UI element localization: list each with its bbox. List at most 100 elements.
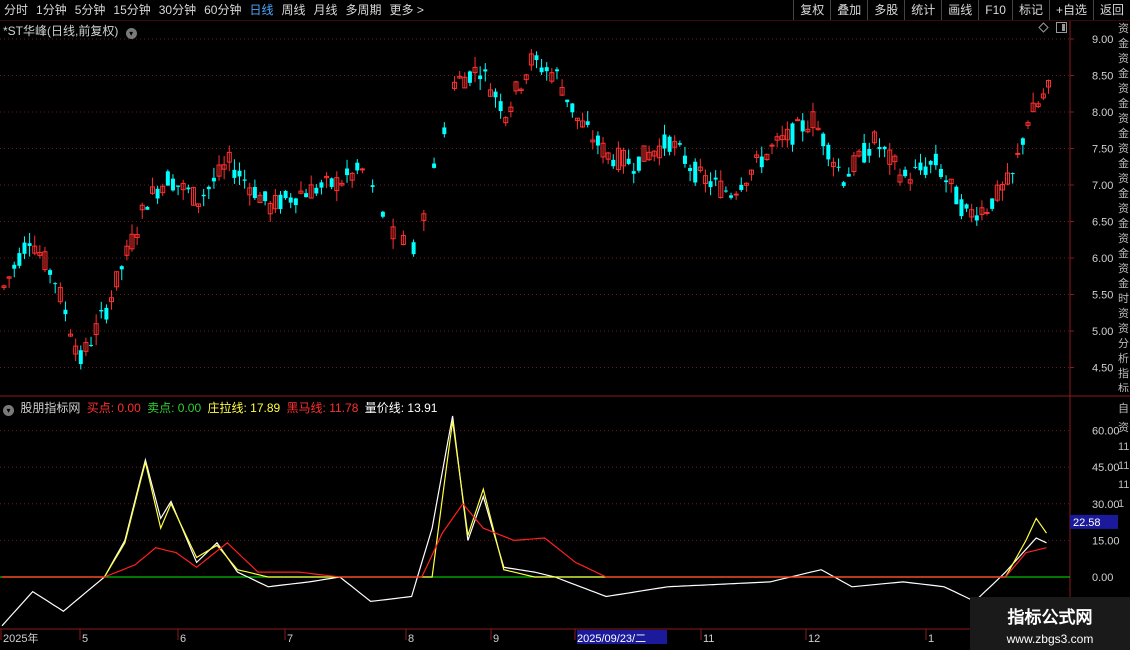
chevron-down-icon[interactable]: ▾ xyxy=(3,405,14,416)
candle-body xyxy=(48,270,53,275)
candle-body xyxy=(493,91,498,98)
price-tick-label: 9.00 xyxy=(1092,34,1113,46)
date-label: 2025年 xyxy=(3,631,38,645)
candle-body xyxy=(206,186,211,190)
candle-body xyxy=(186,187,191,190)
candle-body xyxy=(252,186,257,199)
multi-stock-button[interactable]: 多股 xyxy=(867,0,904,20)
candle-body xyxy=(713,177,718,180)
candle-body xyxy=(636,156,641,171)
sell-value: 0.00 xyxy=(177,401,202,415)
candle-body xyxy=(729,195,734,198)
indicator-lines xyxy=(1,415,1047,627)
candle-body xyxy=(688,167,693,172)
date-axis: 2025年 5 6 7 8 9 2025/09/23/二 11 12 1 xyxy=(0,629,934,645)
candle-body xyxy=(739,184,744,191)
indicator-tick-label: 30.00 xyxy=(1092,499,1120,511)
period-tab[interactable]: 5分钟 xyxy=(71,0,110,20)
candle-body xyxy=(176,185,181,187)
zl-value: 17.89 xyxy=(250,401,281,415)
date-label: 6 xyxy=(180,633,186,645)
stats-button[interactable]: 统计 xyxy=(904,0,941,20)
candle-body xyxy=(359,168,365,171)
more-periods-button[interactable]: 更多 > xyxy=(386,0,428,20)
candle-body xyxy=(631,171,636,174)
candle-body xyxy=(913,166,918,168)
date-label: 11 xyxy=(703,633,714,645)
candle-body xyxy=(841,182,846,186)
hm-value: 11.78 xyxy=(329,401,359,415)
candle-body xyxy=(933,153,938,166)
candle-body xyxy=(846,173,851,177)
period-tab[interactable]: 分时 xyxy=(0,0,32,20)
candle-body xyxy=(293,198,298,206)
candle-body xyxy=(795,119,801,122)
zl-label: 庄拉线: xyxy=(207,401,247,415)
candle-body xyxy=(800,120,805,132)
price-tick-label: 6.50 xyxy=(1092,217,1113,229)
candle-body xyxy=(22,242,27,254)
diamond-icon[interactable] xyxy=(1038,22,1049,33)
candle-body xyxy=(380,211,385,217)
period-tab[interactable]: 多周期 xyxy=(342,0,386,20)
watermark-title: 指标公式网 xyxy=(1007,608,1093,627)
candle-body xyxy=(882,146,887,150)
overlay-button[interactable]: 叠加 xyxy=(830,0,867,20)
chevron-down-icon[interactable]: ▾ xyxy=(125,28,137,39)
lj-label: 量价线: xyxy=(364,401,405,415)
candle-body xyxy=(304,193,309,198)
draw-line-button[interactable]: 画线 xyxy=(941,0,978,20)
candle-body xyxy=(821,133,826,147)
candle-body xyxy=(959,199,964,217)
period-tab[interactable]: 周线 xyxy=(277,0,309,20)
price-tick-label: 8.50 xyxy=(1092,71,1113,83)
period-tab[interactable]: 30分钟 xyxy=(155,0,200,20)
indicator-tick-label: 15.00 xyxy=(1092,535,1120,547)
fuquan-button[interactable]: 复权 xyxy=(793,0,830,20)
panel-toggle-icon[interactable] xyxy=(1056,22,1067,33)
back-button[interactable]: 返回 xyxy=(1092,0,1130,20)
candlestick-series xyxy=(1,48,1051,370)
price-tick-label: 7.00 xyxy=(1092,180,1113,192)
candle-body xyxy=(544,67,549,72)
candle-body xyxy=(862,143,867,163)
price-tick-label: 5.50 xyxy=(1092,290,1113,302)
buy-value: 0.00 xyxy=(117,401,141,415)
candle-body xyxy=(964,204,969,209)
candle-body xyxy=(17,253,22,266)
period-tab[interactable]: 15分钟 xyxy=(109,0,154,20)
period-tab[interactable]: 1分钟 xyxy=(32,0,71,20)
candle-body xyxy=(63,309,68,315)
date-label: 12 xyxy=(808,633,820,645)
period-tab-daily[interactable]: 日线 xyxy=(245,0,277,20)
candle-body xyxy=(155,188,160,199)
candle-body xyxy=(877,147,882,150)
candle-body xyxy=(232,169,237,178)
candle-body xyxy=(867,149,872,156)
candle-body xyxy=(769,144,775,147)
date-label: 9 xyxy=(493,633,499,645)
add-watchlist-button[interactable]: +自选 xyxy=(1048,0,1093,20)
candle-body xyxy=(329,178,334,187)
indicator-name[interactable]: 股朋指标网 xyxy=(20,401,80,415)
candle-body xyxy=(903,169,908,177)
price-axis: 9.00 8.50 8.00 7.50 7.00 6.50 6.00 5.50 5.00 4.50 xyxy=(1070,34,1113,375)
candle-body xyxy=(237,170,242,177)
indicator-tick-label: 0.00 xyxy=(1092,572,1113,584)
period-toolbar: 分时 1分钟 5分钟 15分钟 30分钟 60分钟 日线 周线 月线 多周期 更… xyxy=(0,0,1130,21)
mark-button[interactable]: 标记 xyxy=(1011,0,1049,20)
period-tab[interactable]: 月线 xyxy=(310,0,342,20)
period-tab[interactable]: 60分钟 xyxy=(200,0,245,20)
price-tick-label: 4.50 xyxy=(1092,363,1113,375)
date-label: 2025/09/23/二 xyxy=(577,633,646,645)
candle-body xyxy=(723,190,728,192)
chart-title[interactable]: *ST华峰(日线,前复权) ▾ xyxy=(3,22,140,39)
price-tick-label: 7.50 xyxy=(1092,144,1113,156)
candle-body xyxy=(314,187,319,194)
candle-body xyxy=(539,67,544,73)
candle-body xyxy=(211,177,216,182)
chart-canvas[interactable]: 9.00 8.50 8.00 7.50 7.00 6.50 6.00 5.50 5.00 4.50… xyxy=(0,0,1130,650)
sell-label: 卖点: xyxy=(147,401,175,415)
f10-button[interactable]: F10 xyxy=(978,0,1012,20)
candle-body xyxy=(836,166,841,168)
